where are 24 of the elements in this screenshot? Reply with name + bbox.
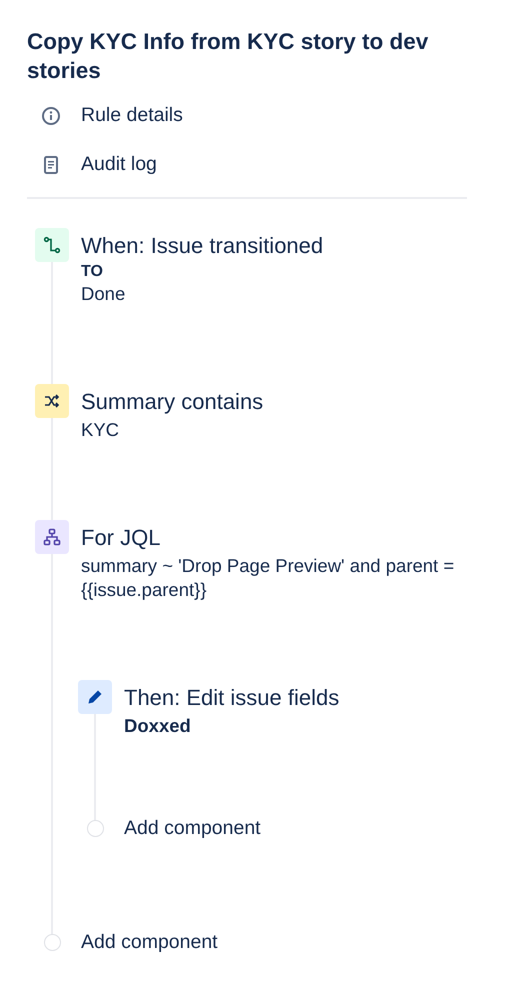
transition-icon — [35, 228, 69, 262]
detail-value: Done — [81, 282, 126, 306]
menu-link[interactable]: Rule details — [41, 97, 467, 134]
add-component-link[interactable]: Add component — [81, 930, 467, 954]
document-icon — [41, 154, 61, 174]
detail-value: summary ~ 'Drop Page Preview' and parent = {{issue.parent}} — [81, 554, 456, 602]
add-component-dot — [86, 820, 104, 836]
component-title[interactable]: For JQL — [81, 524, 467, 552]
hierarchy-icon — [35, 520, 69, 554]
pencil-icon — [78, 680, 112, 714]
add-component-dot — [44, 934, 60, 950]
menu-label: Audit log — [81, 152, 157, 177]
rule-title: Copy KYC Info from KYC story to dev stories — [27, 28, 430, 85]
shuffle-icon — [35, 384, 69, 418]
menu-link[interactable]: Audit log — [41, 146, 467, 183]
detail-value: Doxxed — [124, 714, 192, 738]
detail-value: KYC — [81, 418, 120, 442]
add-component-link[interactable]: Add component — [124, 816, 467, 840]
menu-label: Rule details — [81, 103, 183, 128]
component-title[interactable]: Then: Edit issue fields — [124, 684, 467, 712]
component-title[interactable]: Summary contains — [81, 388, 467, 416]
info-icon — [41, 106, 61, 126]
detail-label: TO — [81, 262, 104, 282]
component-title[interactable]: When: Issue transitioned — [81, 232, 467, 260]
